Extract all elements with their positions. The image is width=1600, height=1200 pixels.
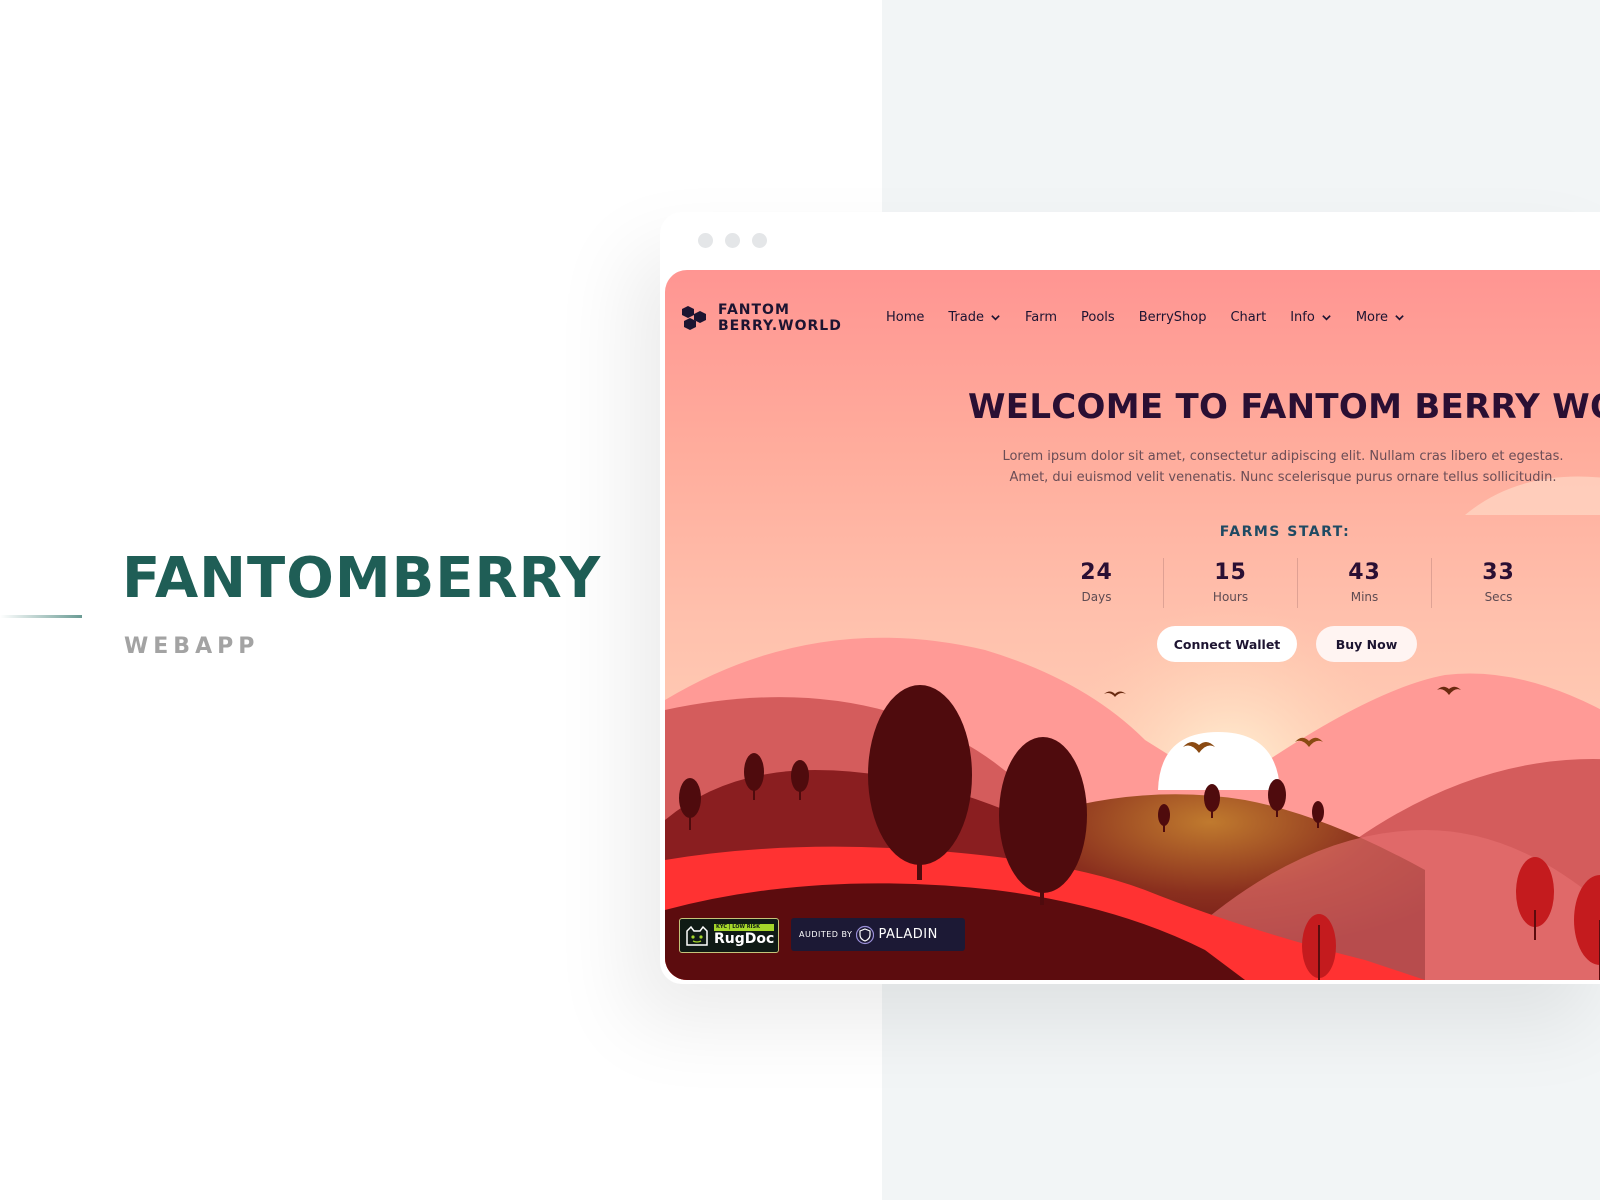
window-dot-icon[interactable] xyxy=(752,233,767,248)
paladin-name: PALADIN xyxy=(878,927,938,942)
nav-item-pools[interactable]: Pools xyxy=(1081,310,1115,325)
main-nav: Home Trade Farm Pools BerryShop Chart In… xyxy=(886,310,1429,325)
site-viewport: FANTOM BERRY.WORLD Home Trade Farm Pools… xyxy=(665,270,1600,980)
hero-title: WELCOME TO FANTOM BERRY WORLD xyxy=(968,387,1600,427)
nav-item-more[interactable]: More xyxy=(1356,310,1405,325)
countdown-unit: Secs xyxy=(1484,590,1513,604)
countdown-value: 24 xyxy=(1080,560,1113,585)
chevron-down-icon xyxy=(1322,315,1331,321)
logo-line-1: FANTOM xyxy=(718,302,790,318)
countdown-timer: 24 Days 15 Hours 43 Mins 33 Secs xyxy=(1030,558,1565,608)
rugdoc-mascot-icon xyxy=(686,925,708,946)
nav-item-chart[interactable]: Chart xyxy=(1230,310,1266,325)
chevron-down-icon xyxy=(1395,315,1404,321)
window-dot-icon[interactable] xyxy=(698,233,713,248)
countdown-value: 15 xyxy=(1214,560,1247,585)
window-controls xyxy=(698,233,767,248)
countdown-unit: Days xyxy=(1081,590,1112,604)
nav-label: Farm xyxy=(1024,310,1058,325)
countdown-value: 43 xyxy=(1348,560,1381,585)
countdown-unit: Hours xyxy=(1212,590,1249,604)
site-logo[interactable]: FANTOM BERRY.WORLD xyxy=(680,302,842,334)
rugdoc-text: KYC | LOW RISK RugDoc xyxy=(714,924,775,947)
connect-wallet-button[interactable]: Connect Wallet xyxy=(1157,626,1297,662)
nav-item-farm[interactable]: Farm xyxy=(1025,310,1057,325)
nav-label: More xyxy=(1355,310,1389,325)
countdown-days: 24 Days xyxy=(1030,558,1163,608)
nav-item-berryshop[interactable]: BerryShop xyxy=(1139,310,1207,325)
landscape-illustration xyxy=(665,476,1600,980)
window-dot-icon[interactable] xyxy=(725,233,740,248)
nav-item-trade[interactable]: Trade xyxy=(948,310,1001,325)
nav-label: Pools xyxy=(1081,310,1115,325)
accent-line xyxy=(0,615,82,618)
countdown-hours: 15 Hours xyxy=(1163,558,1297,608)
rugdoc-tag: KYC | LOW RISK xyxy=(714,924,775,931)
chevron-down-icon xyxy=(991,315,1000,321)
paladin-badge[interactable]: AUDITED BY PALADIN xyxy=(791,918,965,951)
paladin-prefix: AUDITED BY xyxy=(799,930,853,939)
nav-label: Home xyxy=(886,310,925,325)
nav-label: Trade xyxy=(948,310,984,325)
rugdoc-badge[interactable]: KYC | LOW RISK RugDoc xyxy=(679,918,779,953)
nav-label: Info xyxy=(1290,310,1315,325)
hero-description: Lorem ipsum dolor sit amet, consectetur … xyxy=(1002,449,1564,485)
countdown-mins: 43 Mins xyxy=(1297,558,1431,608)
nav-item-info[interactable]: Info xyxy=(1290,310,1332,325)
nav-label: BerryShop xyxy=(1138,310,1207,325)
countdown-unit: Mins xyxy=(1350,590,1379,604)
countdown-secs: 33 Secs xyxy=(1431,558,1565,608)
browser-window: FANTOM BERRY.WORLD Home Trade Farm Pools… xyxy=(660,212,1600,984)
nav-label: Chart xyxy=(1230,310,1267,325)
logo-line-2: BERRY.WORLD xyxy=(718,318,842,334)
brand-subtitle: WEBAPP xyxy=(124,634,260,659)
countdown-label: FARMS START: xyxy=(1219,524,1351,540)
shield-icon xyxy=(856,925,875,944)
berry-logo-icon xyxy=(682,306,706,330)
nav-item-home[interactable]: Home xyxy=(886,310,924,325)
brand-title: FANTOMBERRY xyxy=(122,546,602,611)
logo-wordmark: FANTOM BERRY.WORLD xyxy=(718,302,842,334)
countdown-value: 33 xyxy=(1482,560,1515,585)
buy-now-button[interactable]: Buy Now xyxy=(1316,626,1417,662)
rugdoc-name: RugDoc xyxy=(714,931,775,947)
